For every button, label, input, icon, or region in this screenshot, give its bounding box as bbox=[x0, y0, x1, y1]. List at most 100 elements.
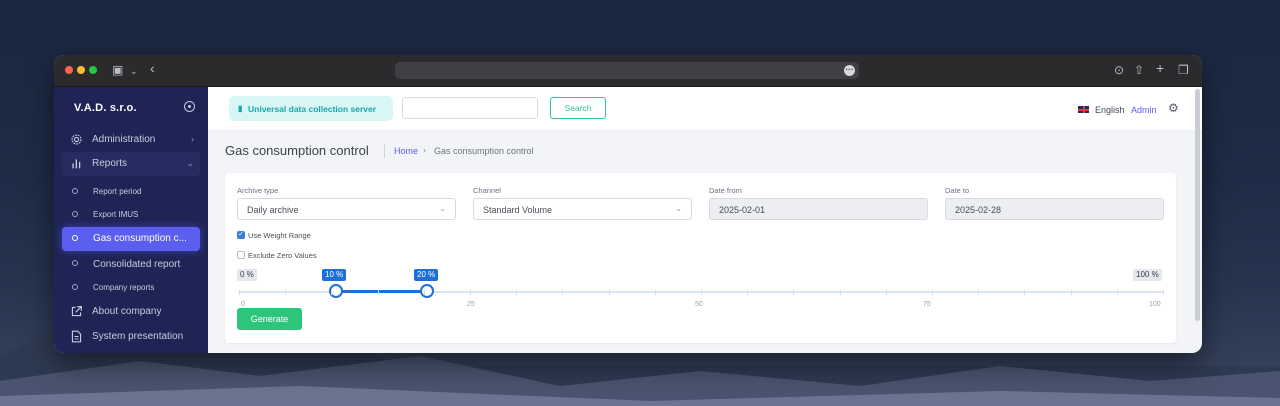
date-from-label: Date from bbox=[709, 186, 742, 195]
slider-tick bbox=[654, 290, 656, 295]
exclude-zero-label: Exclude Zero Values bbox=[248, 251, 317, 260]
more-options-icon[interactable]: ··· bbox=[844, 65, 855, 76]
zoom-window-button[interactable] bbox=[89, 66, 97, 74]
user-menu[interactable]: Admin bbox=[1131, 105, 1157, 115]
range-max-label: 100 % bbox=[1133, 269, 1162, 281]
external-link-icon bbox=[71, 306, 82, 317]
chevron-right-icon: › bbox=[423, 145, 426, 155]
sidebar-subitem-label: Company reports bbox=[93, 283, 155, 292]
tick-label: 0 bbox=[241, 301, 245, 308]
sidebar-item-system-presentation[interactable]: System presentation bbox=[62, 325, 200, 349]
bullet-icon bbox=[72, 260, 78, 266]
sidebar-subitem-label: Export IMUS bbox=[93, 210, 139, 219]
slider-selected-range bbox=[336, 290, 427, 293]
slider-tick bbox=[1116, 290, 1118, 295]
slider-tick bbox=[747, 290, 749, 295]
date-from-field[interactable]: 2025-02-01 bbox=[709, 198, 928, 220]
slider-high-handle[interactable] bbox=[420, 284, 434, 298]
slider-tick bbox=[608, 290, 610, 295]
search-input[interactable] bbox=[402, 97, 538, 119]
slider-tick bbox=[793, 290, 795, 295]
sidebar-toggle-icon[interactable]: ▣ bbox=[112, 63, 123, 77]
slider-tick bbox=[285, 290, 287, 295]
bullet-icon bbox=[72, 235, 78, 241]
language-selector[interactable]: English bbox=[1095, 105, 1125, 115]
sidebar-item-label: System presentation bbox=[92, 331, 184, 342]
sidebar: V.A.D. s.r.o. Administration › Reports ⌄… bbox=[54, 87, 208, 353]
date-to-field[interactable]: 2025-02-28 bbox=[945, 198, 1164, 220]
slider-tick bbox=[1024, 290, 1026, 295]
sidebar-subitem-company-reports[interactable]: Company reports bbox=[62, 277, 200, 299]
date-to-value: 2025-02-28 bbox=[955, 205, 1002, 215]
generate-button[interactable]: Generate bbox=[237, 308, 302, 330]
slider-tick bbox=[239, 290, 240, 295]
new-tab-icon[interactable]: + bbox=[1156, 61, 1164, 75]
sidebar-item-label: Reports bbox=[92, 158, 128, 169]
exclude-zero-checkbox[interactable] bbox=[237, 251, 245, 259]
bullet-icon bbox=[72, 284, 78, 290]
close-window-button[interactable] bbox=[65, 66, 73, 74]
sidebar-item-label: Administration bbox=[92, 134, 156, 145]
sidebar-subitem-gas-consumption[interactable]: Gas consumption c... bbox=[62, 227, 200, 251]
date-from-value: 2025-02-01 bbox=[719, 205, 766, 215]
page-scrollbar[interactable] bbox=[1195, 89, 1200, 321]
breadcrumb-current: Gas consumption control bbox=[434, 146, 534, 156]
channel-label: Channel bbox=[473, 186, 501, 195]
tick-label: 25 bbox=[467, 301, 475, 308]
app-name-badge[interactable]: ▮ Universal data collection server bbox=[229, 96, 393, 121]
download-icon[interactable]: ⊙ bbox=[1114, 63, 1124, 77]
share-icon[interactable]: ⇧ bbox=[1134, 63, 1144, 77]
sidebar-subitem-label: Consolidated report bbox=[93, 259, 181, 270]
bar-chart-icon bbox=[72, 159, 81, 169]
slider-tick bbox=[562, 290, 564, 295]
tabs-overview-icon[interactable]: ❐ bbox=[1178, 63, 1189, 77]
sidebar-item-about-company[interactable]: About company bbox=[62, 300, 200, 324]
chevron-down-icon: ⌄ bbox=[186, 158, 194, 168]
slider-tick bbox=[885, 290, 887, 295]
range-high-label: 20 % bbox=[414, 269, 439, 281]
sidebar-item-label: About company bbox=[92, 306, 162, 317]
use-weight-range-checkbox[interactable]: ✓ bbox=[237, 231, 245, 239]
document-icon bbox=[71, 330, 82, 343]
slider-tick bbox=[839, 290, 841, 295]
chevron-down-icon[interactable]: ⌄ bbox=[130, 64, 138, 78]
sidebar-item-administration[interactable]: Administration › bbox=[62, 128, 200, 152]
sidebar-item-reports[interactable]: Reports ⌄ bbox=[62, 152, 200, 176]
gear-icon bbox=[71, 134, 82, 145]
slider-tick bbox=[978, 290, 980, 295]
sidebar-subitem-consolidated-report[interactable]: Consolidated report bbox=[62, 253, 200, 275]
range-min-label: 0 % bbox=[237, 269, 257, 281]
archive-type-value: Daily archive bbox=[247, 205, 299, 215]
uk-flag-icon[interactable] bbox=[1078, 106, 1089, 113]
sidebar-subitem-label: Gas consumption c... bbox=[93, 233, 187, 244]
date-to-label: Date to bbox=[945, 186, 970, 195]
filter-card: Archive type Daily archive ⌄ Channel Sta… bbox=[225, 173, 1176, 343]
address-bar[interactable]: ··· bbox=[395, 62, 859, 79]
archive-type-select[interactable]: Daily archive ⌄ bbox=[237, 198, 456, 220]
search-button[interactable]: Search bbox=[550, 97, 606, 119]
sidebar-subitem-report-period[interactable]: Report period bbox=[62, 181, 200, 203]
sidebar-collapse-icon[interactable] bbox=[184, 101, 195, 112]
back-arrow-icon[interactable]: ‹ bbox=[150, 61, 155, 75]
settings-gear-icon[interactable]: ⚙ bbox=[1168, 101, 1179, 115]
bar-chart-icon: ▮ bbox=[238, 104, 243, 113]
channel-value: Standard Volume bbox=[483, 205, 553, 215]
tick-label: 75 bbox=[923, 301, 931, 308]
top-header: ▮ Universal data collection server Searc… bbox=[208, 87, 1202, 131]
slider-tick bbox=[331, 290, 333, 295]
slider-tick bbox=[377, 290, 379, 295]
slider-tick bbox=[516, 290, 518, 295]
brand-name: V.A.D. s.r.o. bbox=[74, 102, 137, 114]
use-weight-range-label: Use Weight Range bbox=[248, 231, 311, 240]
slider-tick bbox=[470, 290, 471, 295]
bullet-icon bbox=[72, 188, 78, 194]
tick-label: 100 bbox=[1149, 301, 1161, 308]
breadcrumb-home-link[interactable]: Home bbox=[394, 146, 418, 156]
sidebar-subitem-label: Report period bbox=[93, 187, 142, 196]
sidebar-subitem-export-imus[interactable]: Export IMUS bbox=[62, 204, 200, 226]
app-name-label: Universal data collection server bbox=[248, 104, 377, 114]
archive-type-label: Archive type bbox=[237, 186, 279, 195]
minimize-window-button[interactable] bbox=[77, 66, 85, 74]
slider-tick bbox=[1163, 290, 1164, 295]
channel-select[interactable]: Standard Volume ⌄ bbox=[473, 198, 692, 220]
